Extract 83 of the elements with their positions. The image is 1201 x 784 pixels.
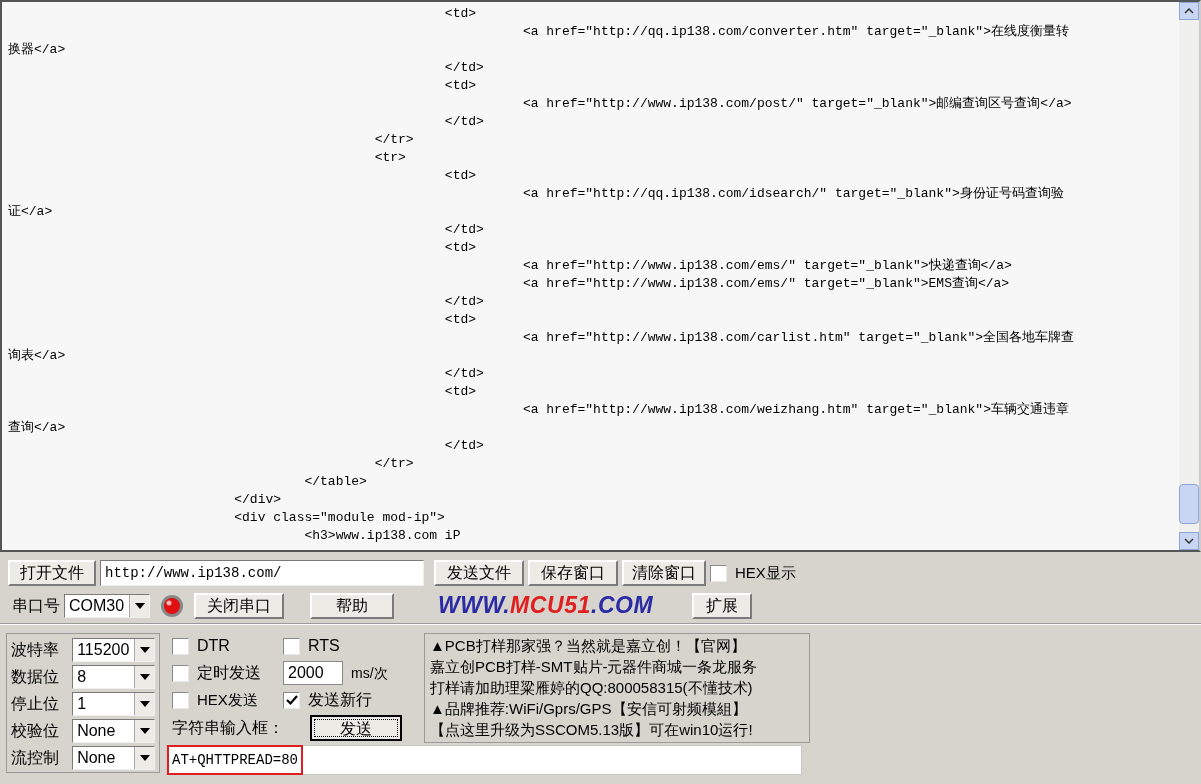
caret-icon xyxy=(139,674,150,680)
ad-text[interactable]: 【点这里升级为SSCOM5.13版】可在win10运行! xyxy=(430,719,753,740)
output-line: <a href="http://www.ip138.com/weizhang.htm" target="_blank">车辆交通违章 xyxy=(521,401,1069,419)
caret-icon xyxy=(139,728,150,734)
website-logo: WWW.MCU51.COM xyxy=(438,591,655,621)
output-line: <h3>www.ip138.com iP xyxy=(303,527,461,545)
send-input-field[interactable]: AT+QHTTPREAD=80 xyxy=(166,745,802,775)
output-line: <td> xyxy=(443,383,477,401)
checkbox[interactable] xyxy=(172,691,189,709)
checkbox[interactable] xyxy=(172,664,189,682)
output-line: <a href="http://www.ip138.com/carlist.htm" target="_blank">全国各地车牌查 xyxy=(521,329,1075,347)
field-label: 字符串输入框： xyxy=(172,718,285,738)
output-line: </td> xyxy=(443,221,484,239)
output-line: 询表</a> xyxy=(8,347,66,365)
field-label: 数据位 xyxy=(11,667,60,687)
output-line: <a href="http://qq.ip138.com/converter.htm" target="_blank">在线度衡量转 xyxy=(521,23,1069,41)
checkbox-label: HEX显示 xyxy=(735,562,796,583)
unit-label: ms/次 xyxy=(351,663,388,683)
dropdown[interactable]: 8 xyxy=(72,665,155,689)
output-line: </tr> xyxy=(373,131,414,149)
expand-button[interactable]: 扩展 xyxy=(692,592,752,619)
output-line: </tr> xyxy=(373,455,414,473)
output-line: <td> xyxy=(443,77,477,95)
ad-text[interactable]: 嘉立创PCB打样-SMT贴片-元器件商城一条龙服务 xyxy=(430,656,758,677)
output-line: <td> xyxy=(443,239,477,257)
checkbox-label: 定时发送 xyxy=(197,663,262,683)
check-icon xyxy=(285,694,298,706)
checkbox[interactable] xyxy=(172,637,189,655)
checkbox-label: RTS xyxy=(308,636,340,656)
send-button[interactable]: 发送 xyxy=(310,715,402,741)
output-line: 换器</a> xyxy=(8,41,66,59)
vertical-scrollbar[interactable] xyxy=(1179,2,1199,550)
output-line: <td> xyxy=(443,167,477,185)
field-label: 校验位 xyxy=(11,721,60,741)
output-line: </td> xyxy=(443,437,484,455)
send-file-button[interactable]: 发送文件 xyxy=(434,560,524,586)
output-line: <a href="http://www.ip138.com/ems/" target="_blank">EMS查询</a> xyxy=(521,275,1010,293)
checkbox[interactable] xyxy=(283,691,300,709)
caret-icon xyxy=(139,647,150,653)
output-line: </td> xyxy=(443,365,484,383)
dropdown[interactable]: COM30 xyxy=(64,593,150,618)
clear-window-button[interactable]: 清除窗口 xyxy=(622,560,706,586)
caret-icon xyxy=(139,701,150,707)
ad-text[interactable]: ▲品牌推荐:WiFi/Gprs/GPS【安信可射频模組】 xyxy=(430,698,747,719)
output-line: </td> xyxy=(443,113,484,131)
checkbox-label: HEX发送 xyxy=(197,689,259,710)
output-line: </td> xyxy=(443,293,484,311)
output-line: 查询</a> xyxy=(8,419,66,437)
help-button[interactable]: 帮助 xyxy=(310,592,394,619)
field-label: 停止位 xyxy=(11,694,60,714)
ad-text[interactable]: ▲PCB打样那家强？当然就是嘉立创！【官网】 xyxy=(430,635,746,656)
output-line: <td> xyxy=(443,5,477,23)
dropdown[interactable]: None xyxy=(72,746,155,770)
input-value: AT+QHTTPREAD=80 xyxy=(167,745,304,775)
save-window-button[interactable]: 保存窗口 xyxy=(528,560,618,586)
dropdown[interactable]: 115200 xyxy=(72,638,155,662)
field-label: 串口号 xyxy=(12,595,60,616)
checkbox-label: DTR xyxy=(197,636,231,656)
checkbox[interactable] xyxy=(283,637,300,655)
output-line: 证</a> xyxy=(8,203,53,221)
file-path-field[interactable]: http://www.ip138.com/ xyxy=(100,560,424,586)
interval-field[interactable]: 2000 xyxy=(283,661,343,685)
output-line: <td> xyxy=(443,311,477,329)
output-line: <a href="http://www.ip138.com/ems/" target="_blank">快递查询</a> xyxy=(521,257,1012,275)
output-line: <tr> xyxy=(373,149,406,167)
field-label: 波特率 xyxy=(11,640,60,660)
ad-text[interactable]: 打样请加助理粱雁婷的QQ:800058315(不懂技术) xyxy=(430,677,753,698)
output-line: </td> xyxy=(443,59,484,77)
scrollbar-thumb[interactable] xyxy=(1179,484,1199,524)
field-label: 流控制 xyxy=(11,748,60,768)
dropdown[interactable]: None xyxy=(72,719,155,743)
caret-icon xyxy=(134,602,145,609)
caret-icon xyxy=(139,755,150,761)
output-line: <a href="http://www.ip138.com/post/" target="_blank">邮编查询区号查询</a> xyxy=(521,95,1072,113)
checkbox[interactable] xyxy=(710,564,727,582)
output-line: <a href="http://qq.ip138.com/idsearch/" target="_blank">身份证号码查询验 xyxy=(521,185,1064,203)
output-line: </div> xyxy=(233,491,282,509)
output-line: <div class="module mod-ip"> xyxy=(233,509,445,527)
close-port-button[interactable]: 关闭串口 xyxy=(194,592,284,619)
checkbox-label: 发送新行 xyxy=(308,690,372,710)
output-line: </table> xyxy=(303,473,367,491)
open-file-button[interactable]: 打开文件 xyxy=(8,560,96,586)
dropdown[interactable]: 1 xyxy=(72,692,155,716)
